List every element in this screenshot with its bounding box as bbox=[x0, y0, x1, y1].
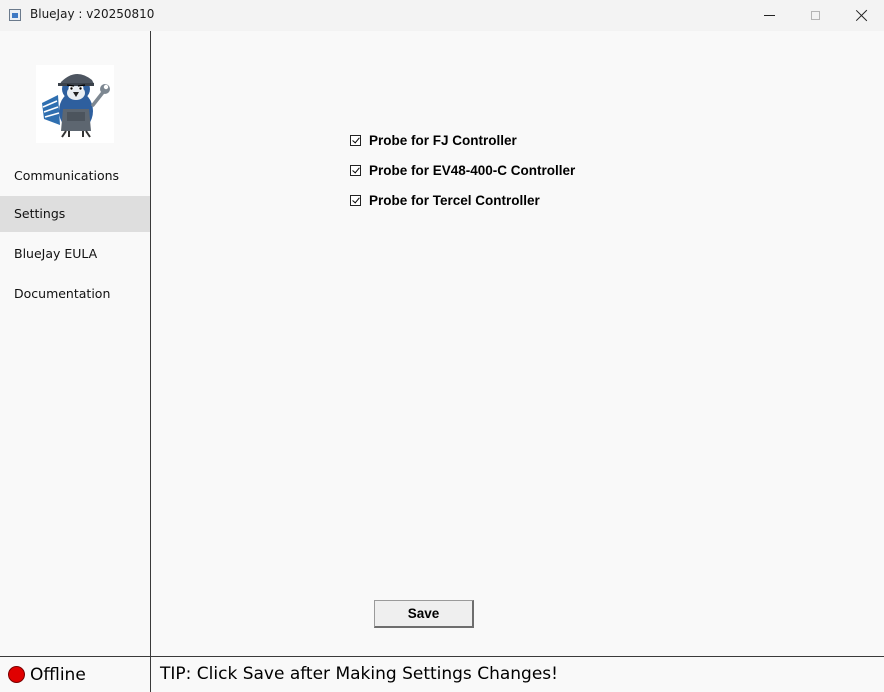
app-window-icon bbox=[9, 9, 21, 21]
status-text: Offline bbox=[30, 664, 86, 685]
sidebar-item-label: Settings bbox=[14, 206, 66, 221]
title-bar[interactable]: BlueJay : v20250810 bbox=[0, 0, 884, 31]
minimize-button[interactable] bbox=[746, 0, 792, 31]
sidebar-item-documentation[interactable]: Documentation bbox=[0, 276, 150, 312]
sidebar-item-label: Communications bbox=[14, 168, 120, 183]
probe-fj-label[interactable]: Probe for FJ Controller bbox=[369, 133, 517, 148]
bluejay-mechanic-logo bbox=[36, 65, 114, 143]
probe-tercel-checkbox[interactable] bbox=[350, 194, 361, 206]
connection-status: Offline bbox=[0, 657, 150, 692]
maximize-button[interactable] bbox=[792, 0, 838, 31]
save-button[interactable]: Save bbox=[374, 600, 474, 628]
probe-ev48-label[interactable]: Probe for EV48-400-C Controller bbox=[369, 163, 575, 178]
status-indicator-icon bbox=[8, 666, 25, 683]
probe-ev48-option[interactable]: Probe for EV48-400-C Controller bbox=[350, 160, 575, 180]
close-button[interactable] bbox=[838, 0, 884, 31]
sidebar-item-label: BlueJay EULA bbox=[14, 246, 98, 261]
sidebar-item-communications[interactable]: Communications bbox=[0, 158, 150, 194]
sidebar-item-label: Documentation bbox=[14, 286, 111, 301]
probe-tercel-label[interactable]: Probe for Tercel Controller bbox=[369, 193, 540, 208]
sidebar-item-settings[interactable]: Settings bbox=[0, 196, 150, 232]
probe-fj-option[interactable]: Probe for FJ Controller bbox=[350, 130, 517, 150]
sidebar: Communications Settings BlueJay EULA Doc… bbox=[0, 31, 150, 656]
probe-tercel-option[interactable]: Probe for Tercel Controller bbox=[350, 190, 540, 210]
minimize-icon bbox=[763, 15, 775, 16]
tip-message: TIP: Click Save after Making Settings Ch… bbox=[160, 664, 558, 684]
probe-fj-checkbox[interactable] bbox=[350, 134, 361, 146]
maximize-icon bbox=[810, 11, 820, 20]
sidebar-item-bluejay-eula[interactable]: BlueJay EULA bbox=[0, 236, 150, 272]
probe-ev48-checkbox[interactable] bbox=[350, 164, 361, 176]
window-title: BlueJay : v20250810 bbox=[30, 7, 155, 21]
settings-panel: Probe for FJ Controller Probe for EV48-4… bbox=[151, 31, 884, 656]
close-icon bbox=[855, 9, 868, 22]
